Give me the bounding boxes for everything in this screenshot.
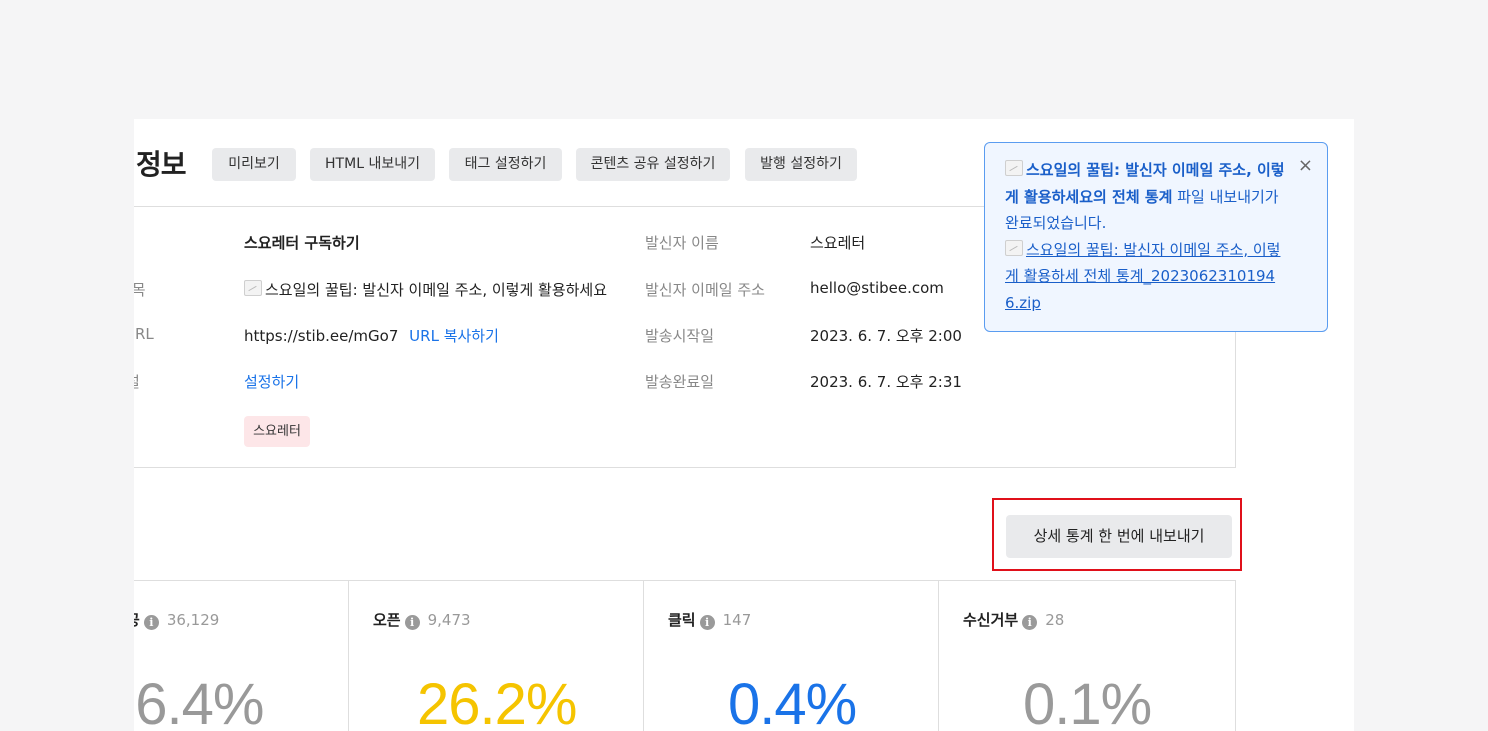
- subject-text: 스요일의 꿀팁: 발신자 이메일 주소, 이렇게 활용하세요: [265, 281, 608, 299]
- stat-label: 수신거부: [963, 611, 1019, 629]
- info-icon[interactable]: i: [143, 615, 159, 630]
- broken-image-icon: [1005, 160, 1023, 176]
- toast-download: 스요일의 꿀팁: 발신자 이메일 주소, 이렇게 활용하세 전체 통계_2023…: [1005, 237, 1287, 317]
- url-copy-link[interactable]: URL 복사하기: [409, 327, 499, 345]
- stat-head: 수신거부 i 28: [963, 609, 1064, 630]
- info-icon[interactable]: i: [1022, 615, 1038, 630]
- tag-badge: 스요레터: [244, 416, 310, 447]
- setting-link[interactable]: 설정하기: [244, 371, 299, 392]
- stat-count: 36,129: [166, 611, 220, 629]
- stat-delivered: 공i 36,129 96.4%: [134, 581, 348, 731]
- html-export-button[interactable]: HTML 내보내기: [310, 148, 435, 181]
- stats-row: 공i36,129 96.4% 오픈i9,473 26.2% 클릭i147 0.4…: [134, 580, 1236, 731]
- stat-count: 28: [1045, 611, 1065, 629]
- broken-image-icon: [244, 280, 262, 296]
- setting-label: 설: [134, 371, 140, 392]
- export-highlight: 상세 통계 한 번에 내보내기: [992, 498, 1242, 571]
- info-icon[interactable]: i: [404, 615, 420, 630]
- stat-percent: 96.4%: [134, 672, 264, 731]
- send-end-label: 발송완료일: [645, 373, 715, 391]
- stat-label: 공: [134, 611, 140, 629]
- content-share-settings-button[interactable]: 콘텐츠 공유 설정하기: [576, 148, 730, 181]
- publish-settings-button[interactable]: 발행 설정하기: [745, 148, 857, 181]
- broken-image-icon: [1005, 239, 1023, 256]
- stat-percent: 26.2%: [417, 672, 577, 731]
- stat-label: 오픈: [373, 611, 401, 629]
- sender-name-label: 발신자 이름: [645, 234, 719, 252]
- stat-head: 오픈 i 9,473: [373, 609, 471, 630]
- stat-open: 오픈 i 9,473 26.2%: [348, 581, 644, 731]
- url-label: URL: [134, 325, 154, 343]
- export-stats-button[interactable]: 상세 통계 한 번에 내보내기: [1006, 515, 1232, 558]
- stat-head: 공i 36,129: [134, 609, 219, 630]
- export-complete-toast: × 스요일의 꿀팁: 발신자 이메일 주소, 이렇게 활용하세요의 전체 통계 …: [984, 142, 1328, 332]
- sender-email-label: 발신자 이메일 주소: [645, 281, 765, 299]
- url-value: https://stib.ee/mGo7 URL 복사하기: [244, 325, 499, 346]
- send-end-value: 2023. 6. 7. 오후 2:31: [810, 373, 962, 391]
- url-text[interactable]: https://stib.ee/mGo7: [244, 327, 398, 345]
- close-icon[interactable]: ×: [1298, 153, 1313, 180]
- send-start-label: 발송시작일: [645, 327, 715, 345]
- stat-unsubscribe: 수신거부 i 28 0.1%: [938, 581, 1236, 731]
- stat-percent: 0.1%: [1023, 672, 1152, 731]
- info-icon[interactable]: i: [699, 615, 715, 630]
- subscribe-value: 스요레터 구독하기: [244, 234, 360, 252]
- toast-message: 스요일의 꿀팁: 발신자 이메일 주소, 이렇게 활용하세요의 전체 통계 파일…: [1005, 157, 1287, 237]
- send-start-value: 2023. 6. 7. 오후 2:00: [810, 327, 962, 345]
- stat-count: 147: [722, 611, 752, 629]
- stat-count: 9,473: [427, 611, 471, 629]
- stat-percent: 0.4%: [728, 672, 857, 731]
- preview-button[interactable]: 미리보기: [212, 148, 296, 181]
- download-link[interactable]: 스요일의 꿀팁: 발신자 이메일 주소, 이렇게 활용하세 전체 통계_2023…: [1005, 241, 1280, 312]
- stat-label: 클릭: [668, 611, 696, 629]
- subject-label: 제목: [134, 281, 146, 299]
- stat-head: 클릭 i 147: [668, 609, 751, 630]
- subject-value: 스요일의 꿀팁: 발신자 이메일 주소, 이렇게 활용하세요: [244, 279, 607, 300]
- sender-name-value: 스요레터: [810, 234, 866, 252]
- page-title: 정보: [136, 148, 187, 181]
- tag-settings-button[interactable]: 태그 설정하기: [449, 148, 562, 181]
- sender-email-value: hello@stibee.com: [810, 279, 944, 297]
- stat-click: 클릭 i 147 0.4%: [643, 581, 939, 731]
